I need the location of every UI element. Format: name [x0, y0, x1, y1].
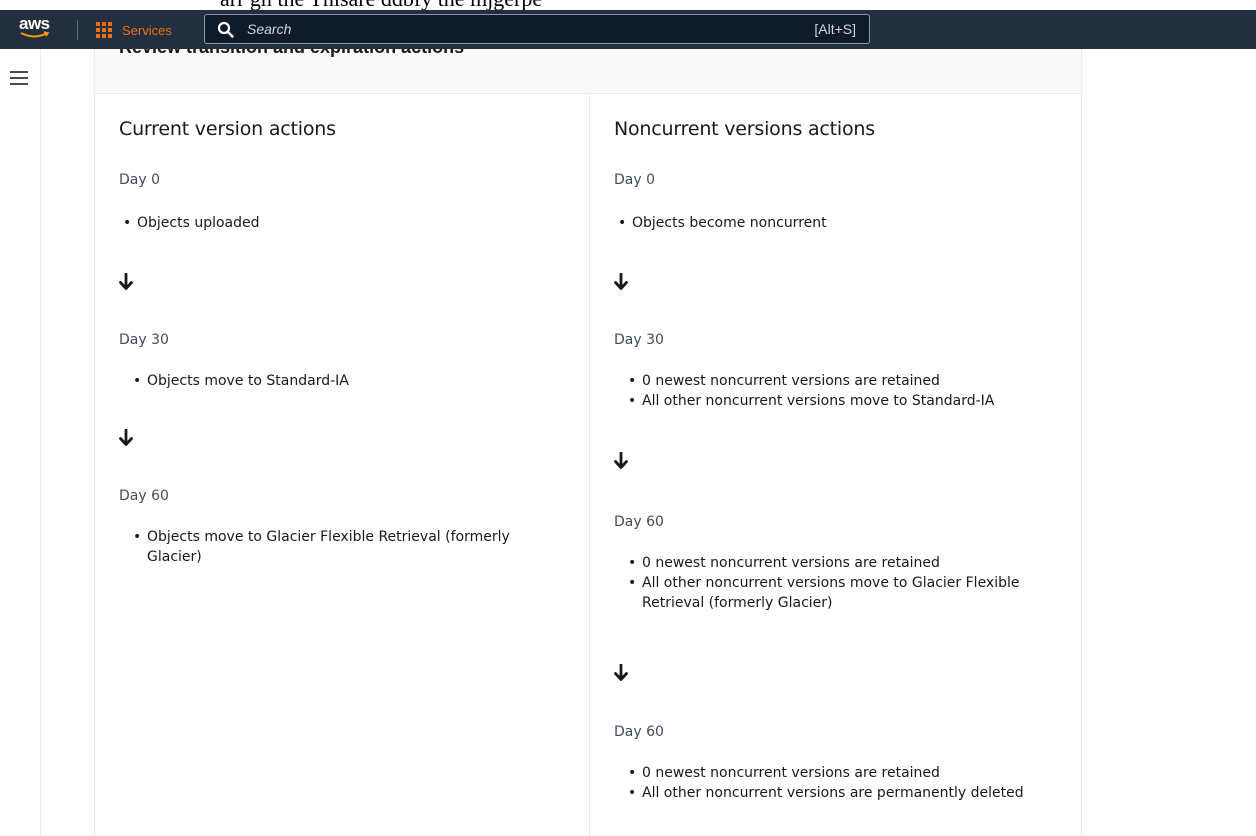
down-arrow-icon [614, 663, 628, 686]
hamburger-menu-icon[interactable] [10, 71, 28, 85]
current-step-list: Objects uploaded [119, 213, 569, 233]
noncurrent-step-list: 0 newest noncurrent versions are retaine… [624, 763, 1044, 803]
services-grid-icon [96, 21, 113, 39]
aws-smile-icon [20, 31, 50, 38]
current-step-list: Objects move to Glacier Flexible Retriev… [129, 527, 559, 567]
clipped-document-text: arr gh the Thisare ddbfy the mjgerpe [0, 0, 1256, 10]
nav-divider [77, 20, 78, 40]
current-step-day: Day 0 [119, 172, 161, 188]
noncurrent-step-list: 0 newest noncurrent versions are retaine… [624, 553, 1044, 613]
list-item: 0 newest noncurrent versions are retaine… [624, 763, 1044, 783]
list-item: 0 newest noncurrent versions are retaine… [624, 371, 1074, 391]
current-step-day: Day 60 [119, 488, 169, 504]
current-step-list: Objects move to Standard-IA [129, 371, 569, 391]
noncurrent-step-day: Day 60 [614, 514, 664, 530]
clipped-text: arr gh the Thisare ddbfy the mjgerpe [220, 0, 542, 10]
aws-logo[interactable]: aws [17, 14, 61, 44]
noncurrent-step-day: Day 0 [614, 172, 656, 188]
noncurrent-step-list: 0 newest noncurrent versions are retaine… [624, 371, 1074, 411]
panel-title: Review transition and expiration actions [119, 49, 464, 58]
list-item: All other noncurrent versions move to St… [624, 391, 1074, 411]
services-label: Services [122, 22, 172, 38]
top-navigation: aws Services Search [Alt+S] [0, 10, 1256, 49]
down-arrow-icon [119, 272, 133, 295]
side-navigation-rail [0, 49, 41, 836]
list-item: 0 newest noncurrent versions are retaine… [624, 553, 1044, 573]
panel-header: Review transition and expiration actions [95, 49, 1081, 94]
list-item: All other noncurrent versions are perman… [624, 783, 1044, 803]
current-version-title: Current version actions [119, 118, 336, 140]
search-shortcut-hint: [Alt+S] [814, 21, 856, 37]
list-item: Objects uploaded [119, 213, 569, 233]
search-icon [217, 21, 234, 38]
down-arrow-icon [614, 272, 628, 295]
search-input[interactable]: Search [Alt+S] [204, 14, 870, 44]
list-item: Objects become noncurrent [614, 213, 1064, 233]
services-menu-button[interactable]: Services [96, 19, 172, 41]
noncurrent-step-list: Objects become noncurrent [614, 213, 1064, 233]
review-actions-panel: Review transition and expiration actions… [94, 49, 1082, 836]
app-root: arr gh the Thisare ddbfy the mjgerpe aws… [0, 0, 1256, 836]
list-item: All other noncurrent versions move to Gl… [624, 573, 1044, 613]
noncurrent-versions-title: Noncurrent versions actions [614, 118, 875, 140]
list-item: Objects move to Standard-IA [129, 371, 569, 391]
noncurrent-versions-column: Noncurrent versions actions Day 0 Object… [589, 94, 1081, 836]
list-item: Objects move to Glacier Flexible Retriev… [129, 527, 559, 567]
current-version-column: Current version actions Day 0 Objects up… [95, 94, 588, 836]
noncurrent-step-day: Day 60 [614, 724, 664, 740]
down-arrow-icon [614, 451, 628, 474]
down-arrow-icon [119, 428, 133, 451]
current-step-day: Day 30 [119, 332, 169, 348]
search-placeholder: Search [247, 21, 292, 37]
noncurrent-step-day: Day 30 [614, 332, 664, 348]
